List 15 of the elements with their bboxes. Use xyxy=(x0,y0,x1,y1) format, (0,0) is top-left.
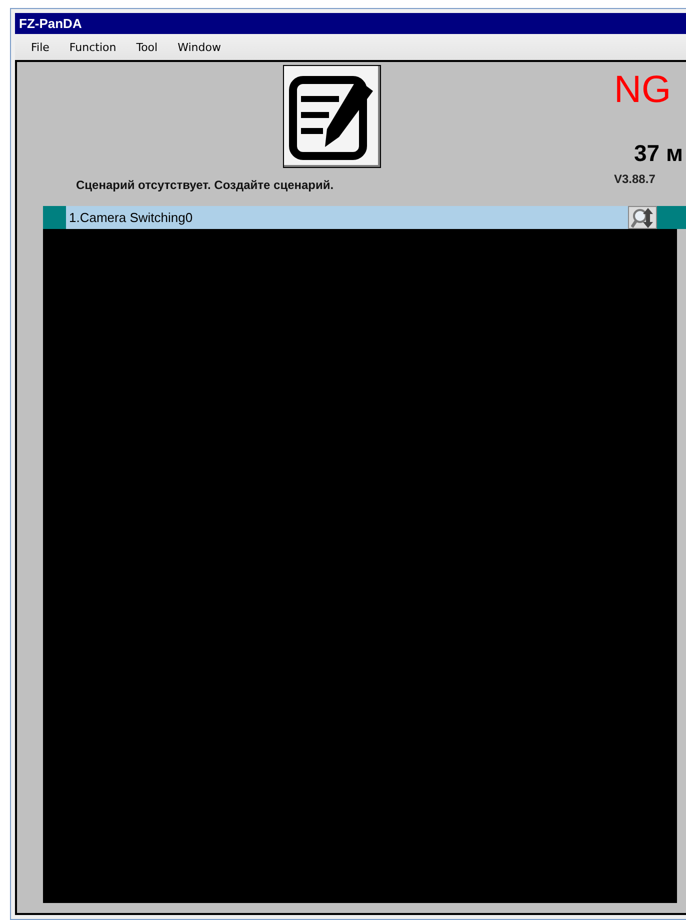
window-title: FZ-PanDA xyxy=(19,16,82,31)
row-marker xyxy=(43,206,66,229)
menu-item[interactable]: Window xyxy=(168,40,231,54)
result-label: NG xyxy=(614,68,671,112)
measurement-value: 37 м xyxy=(634,140,683,166)
version-label: V3.88.7 xyxy=(614,172,656,186)
row-marker xyxy=(657,206,686,229)
menu-item[interactable]: Function xyxy=(59,40,126,54)
edit-scenario-button[interactable] xyxy=(283,65,381,168)
menu-item[interactable]: File xyxy=(21,40,60,54)
magnifier-arrows-icon xyxy=(630,206,654,228)
scenario-item[interactable]: 1.Camera Switching0 xyxy=(66,206,628,229)
menu-item[interactable]: Tool xyxy=(126,40,168,54)
zoom-button[interactable] xyxy=(628,206,657,229)
status-message: Сценарий отсутствует. Создайте сценарий. xyxy=(76,178,334,192)
